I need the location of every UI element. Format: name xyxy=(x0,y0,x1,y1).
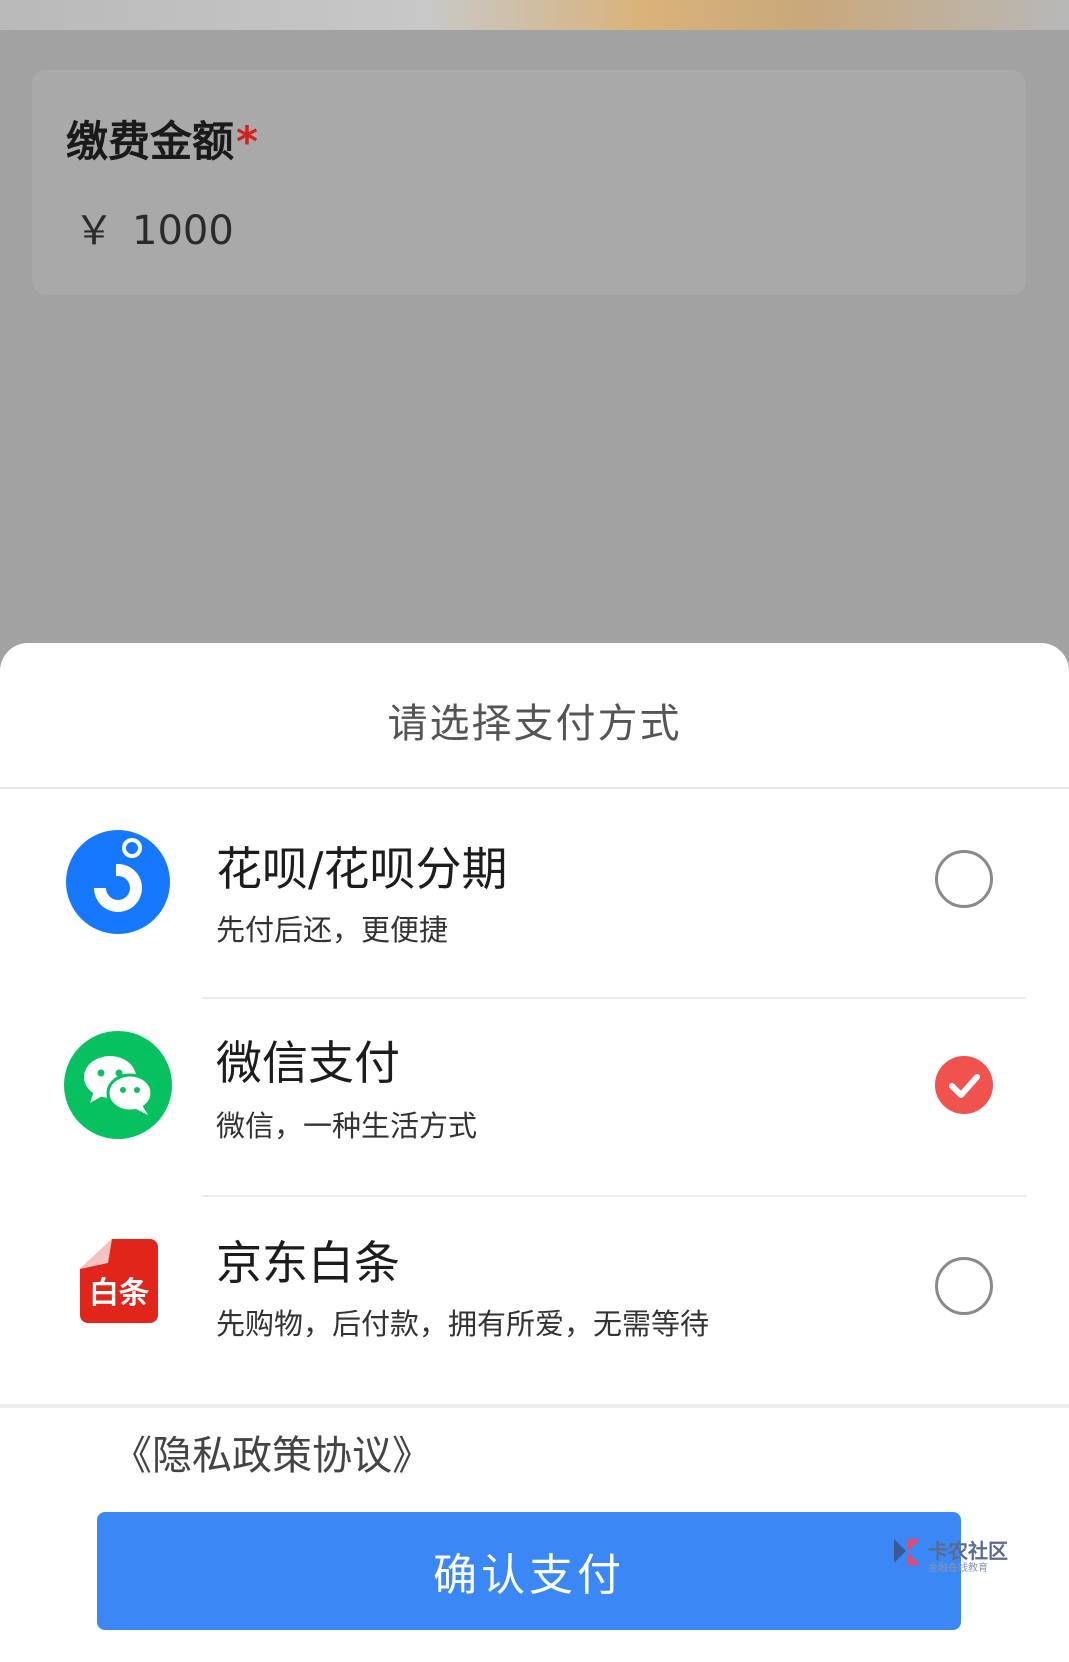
amount-value: 1000 xyxy=(132,208,234,254)
payment-option-name: 花呗/花呗分期 xyxy=(216,842,508,896)
currency-symbol: ￥ xyxy=(74,208,114,254)
payment-option-description: 先购物，后付款，拥有所爱，无需等待 xyxy=(216,1307,710,1341)
privacy-policy-link[interactable]: 《隐私政策协议》 xyxy=(112,1423,432,1481)
confirm-payment-button[interactable]: 确认支付 xyxy=(97,1512,961,1630)
payment-option-huabei[interactable]: 花呗/花呗分期 先付后还，更便捷 xyxy=(0,789,1069,985)
payment-option-wechat[interactable]: 微信支付 微信，一种生活方式 xyxy=(0,999,1069,1195)
watermark-subtitle: 金融在线教育 xyxy=(928,1563,988,1574)
huabei-icon xyxy=(66,830,170,934)
amount-label: 缴费金额* xyxy=(66,117,258,166)
payment-option-jd-baitiao[interactable]: 白条 京东白条 先购物，后付款，拥有所爱，无需等待 xyxy=(0,1197,1069,1393)
watermark-logo-icon xyxy=(894,1539,920,1565)
sheet-title: 请选择支付方式 xyxy=(387,701,682,747)
amount-field[interactable]: ￥ 1000 xyxy=(74,198,234,256)
wechat-icon xyxy=(64,1031,172,1139)
radio-unchecked-icon[interactable] xyxy=(935,850,993,908)
payment-method-sheet: 请选择支付方式 花呗/花呗分期 先付后还，更便捷 微信支付 微信，一种生活方式 … xyxy=(0,643,1069,1662)
payment-option-description: 先付后还，更便捷 xyxy=(216,913,449,947)
payment-option-name: 京东白条 xyxy=(216,1236,400,1290)
header-banner-image xyxy=(0,0,1069,30)
watermark: 卡农社区 金融在线教育 xyxy=(890,1533,1010,1574)
divider xyxy=(0,1404,1069,1408)
required-mark: * xyxy=(236,117,258,166)
radio-unchecked-icon[interactable] xyxy=(935,1257,993,1315)
payment-option-description: 微信，一种生活方式 xyxy=(216,1109,478,1143)
payment-option-name: 微信支付 xyxy=(216,1036,400,1090)
jd-baitiao-icon: 白条 xyxy=(80,1239,158,1323)
amount-card: 缴费金额* ￥ 1000 xyxy=(32,70,1026,295)
radio-checked-icon[interactable] xyxy=(935,1056,993,1114)
jd-baitiao-icon-text: 白条 xyxy=(89,1276,149,1311)
